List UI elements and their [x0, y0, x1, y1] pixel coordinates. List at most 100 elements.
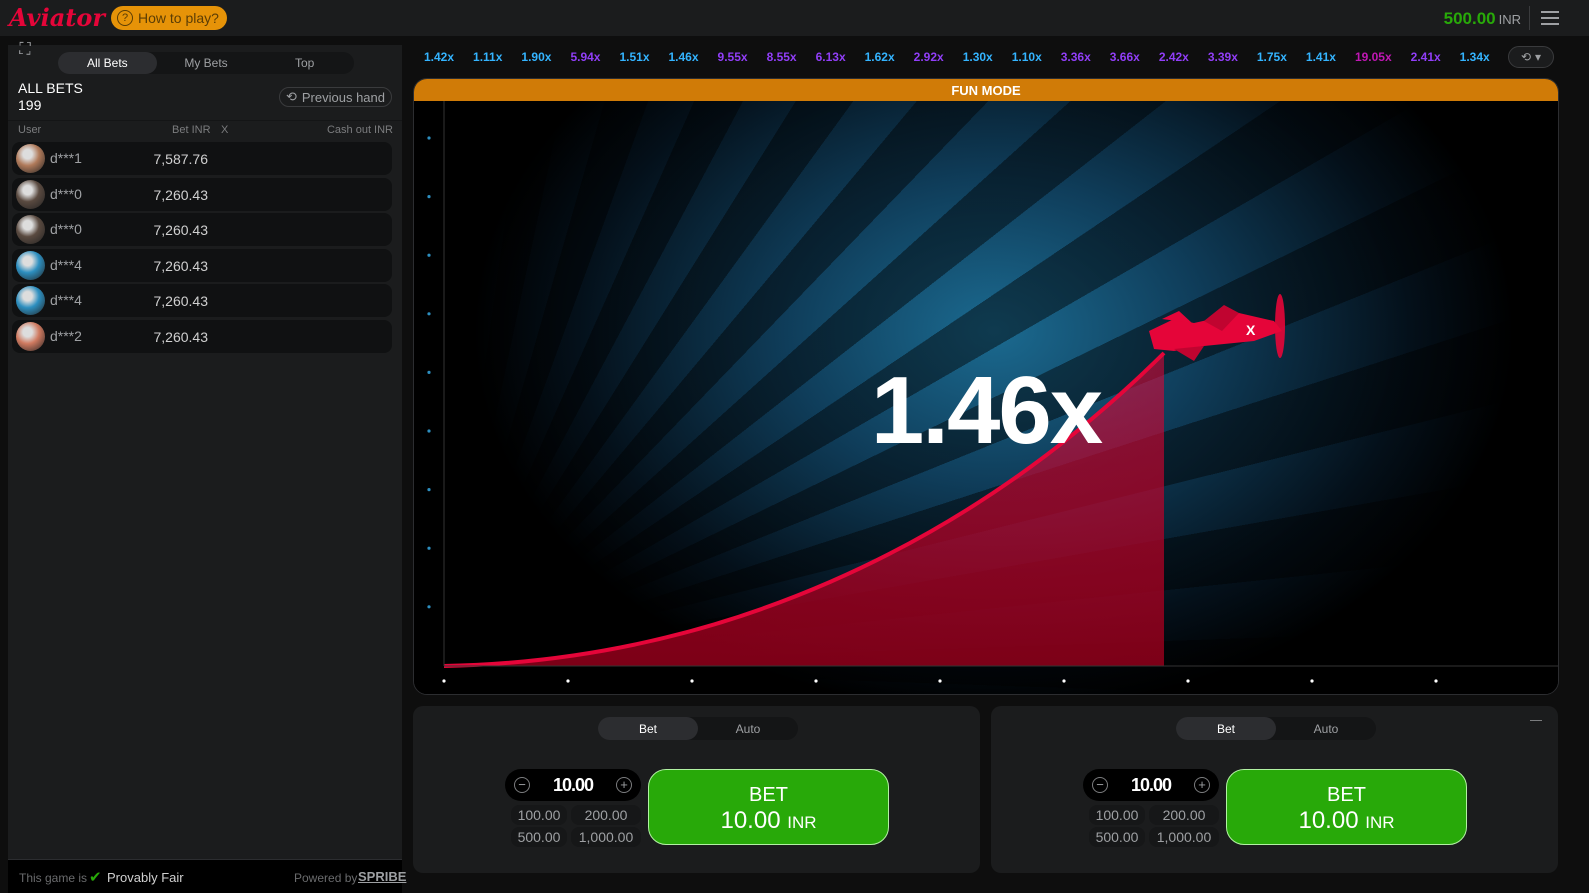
aviator-logo: Aviator: [9, 3, 105, 32]
balance: 500.00 INR: [1443, 9, 1521, 28]
avatar: [16, 286, 45, 315]
bet-amount: 7,587.76: [153, 151, 209, 167]
bet-row: d***0 7,260.43: [12, 177, 392, 211]
question-icon: ?: [117, 10, 133, 26]
history-multiplier[interactable]: 1.51x: [608, 45, 657, 69]
tab-all-bets[interactable]: All Bets: [58, 52, 157, 74]
bet-amount-stepper[interactable]: − 10.00 +: [505, 769, 641, 801]
plane-icon: X: [1149, 294, 1285, 361]
history-toggle-button[interactable]: ⟲ ▾: [1508, 46, 1554, 68]
bets-list: d***1 7,587.76 d***0 7,260.43 d***0 7,26…: [12, 142, 392, 355]
history-multiplier[interactable]: 1.34x: [1449, 45, 1498, 69]
tab-auto[interactable]: Auto: [698, 717, 798, 740]
history-icon: ⟲: [285, 89, 297, 104]
bet-row: d***0 7,260.43: [12, 213, 392, 246]
remove-panel-icon[interactable]: [1530, 720, 1542, 721]
history-multiplier[interactable]: 1.11x: [462, 45, 510, 69]
history-multiplier[interactable]: 1.10x: [1001, 45, 1050, 69]
history-multiplier[interactable]: 1.90x: [510, 45, 559, 69]
quick-amount-button[interactable]: 200.00: [571, 805, 641, 825]
how-to-play-button[interactable]: ? How to play?: [111, 6, 227, 30]
menu-icon[interactable]: [1541, 11, 1559, 25]
history-multiplier[interactable]: 3.36x: [1050, 45, 1099, 69]
avatar: [16, 215, 45, 244]
x-axis-dots: [442, 679, 1559, 683]
x-axis-dot: [690, 679, 694, 683]
quick-amount-button[interactable]: 1,000.00: [1149, 827, 1219, 847]
history-multiplier[interactable]: 5.94x: [559, 45, 608, 69]
avatar: [16, 250, 45, 280]
tab-bet[interactable]: Bet: [1176, 717, 1276, 740]
quick-amounts: 100.00 200.00 500.00 1,000.00: [1089, 805, 1219, 847]
chevron-down-icon: ▾: [1535, 50, 1542, 64]
history-multiplier[interactable]: 3.39x: [1197, 45, 1246, 69]
previous-hand-button[interactable]: ⟲ Previous hand: [279, 87, 392, 107]
x-axis-dot: [938, 679, 942, 683]
quick-amount-button[interactable]: 200.00: [1149, 805, 1219, 825]
bet-amount: 7,260.43: [153, 257, 209, 274]
x-axis-dot: [1062, 679, 1066, 683]
fullscreen-icon[interactable]: ⛶: [8, 36, 42, 64]
bet-row: d***4 7,260.43: [12, 284, 392, 317]
history-multiplier[interactable]: 2.42x: [1148, 45, 1197, 69]
history-multiplier[interactable]: 1.62x: [854, 45, 903, 69]
y-axis-dot: [427, 605, 431, 609]
history-multiplier[interactable]: 2.41x: [1400, 45, 1449, 69]
multiplier-history: 1.42x 1.11x 1.90x 5.94x 1.51x 1.46x 9.55x 8.55x…: [413, 45, 1559, 69]
provably-fair-link[interactable]: Provably Fair: [107, 870, 184, 885]
quick-amount-button[interactable]: 100.00: [511, 805, 567, 825]
history-multiplier[interactable]: 9.55x: [707, 45, 756, 69]
bets-table-header: User Bet INR X Cash out INR: [8, 120, 402, 140]
increase-button[interactable]: +: [616, 777, 632, 793]
tab-top[interactable]: Top: [255, 52, 354, 74]
history-multiplier[interactable]: 1.46x: [658, 45, 707, 69]
increase-button[interactable]: +: [1194, 777, 1210, 793]
divider: [1529, 6, 1530, 30]
bet-user: d***4: [50, 292, 82, 308]
bet-button[interactable]: BET 10.00 INR: [648, 769, 889, 845]
history-icon: ⟲: [1520, 50, 1532, 64]
top-bar: Aviator ? How to play? 500.00 INR: [0, 0, 1589, 36]
history-multiplier[interactable]: 1.41x: [1295, 45, 1344, 69]
bet-user: d***1: [50, 150, 82, 166]
bets-panel: All Bets My Bets Top ALL BETS 199 ⟲ Previo…: [8, 45, 406, 893]
bet-user: d***0: [50, 185, 82, 202]
svg-text:X: X: [1246, 322, 1256, 338]
x-axis-dot: [1434, 679, 1438, 683]
history-multiplier[interactable]: 8.55x: [756, 45, 805, 69]
x-axis-dot: [1310, 679, 1314, 683]
history-multiplier[interactable]: 1.30x: [952, 45, 1001, 69]
tab-auto[interactable]: Auto: [1276, 717, 1376, 740]
history-multiplier[interactable]: 19.05x: [1344, 45, 1400, 69]
current-multiplier: 1.46x: [870, 357, 1103, 464]
tab-bet[interactable]: Bet: [598, 717, 698, 740]
bet-row: d***1 7,587.76: [12, 142, 392, 175]
bet-amount-stepper[interactable]: − 10.00 +: [1083, 769, 1219, 801]
history-multiplier[interactable]: 2.92x: [903, 45, 952, 69]
avatar: [16, 321, 45, 351]
bet-amount: 7,260.43: [153, 328, 209, 345]
bet-panel-2: Bet Auto − 10.00 + 100.00 200.00 500.00 1,00…: [991, 706, 1558, 873]
y-axis-dot: [427, 488, 431, 492]
quick-amount-button[interactable]: 500.00: [511, 827, 567, 847]
y-axis-dot: [427, 195, 431, 199]
quick-amount-button[interactable]: 1,000.00: [571, 827, 641, 847]
avatar: [16, 179, 45, 209]
y-axis-dot: [427, 312, 431, 316]
y-axis-dot: [427, 136, 431, 140]
history-multiplier[interactable]: 6.13x: [805, 45, 854, 69]
bet-button[interactable]: BET 10.00 INR: [1226, 769, 1467, 845]
bets-tabs: All Bets My Bets Top: [58, 52, 354, 74]
bet-amount: 7,260.43: [153, 293, 209, 309]
history-multiplier[interactable]: 3.66x: [1099, 45, 1148, 69]
quick-amount-button[interactable]: 500.00: [1089, 827, 1145, 847]
footer: This game is ✔ Provably Fair Powered by …: [8, 859, 406, 893]
history-multiplier[interactable]: 1.75x: [1246, 45, 1295, 69]
quick-amount-button[interactable]: 100.00: [1089, 805, 1145, 825]
history-multiplier[interactable]: 1.42x: [413, 45, 462, 69]
x-axis-dot: [566, 679, 570, 683]
game-background: X 1.46x: [414, 101, 1559, 694]
tab-my-bets[interactable]: My Bets: [157, 52, 256, 74]
x-axis-dot: [1558, 679, 1559, 682]
quick-amounts: 100.00 200.00 500.00 1,000.00: [511, 805, 641, 847]
